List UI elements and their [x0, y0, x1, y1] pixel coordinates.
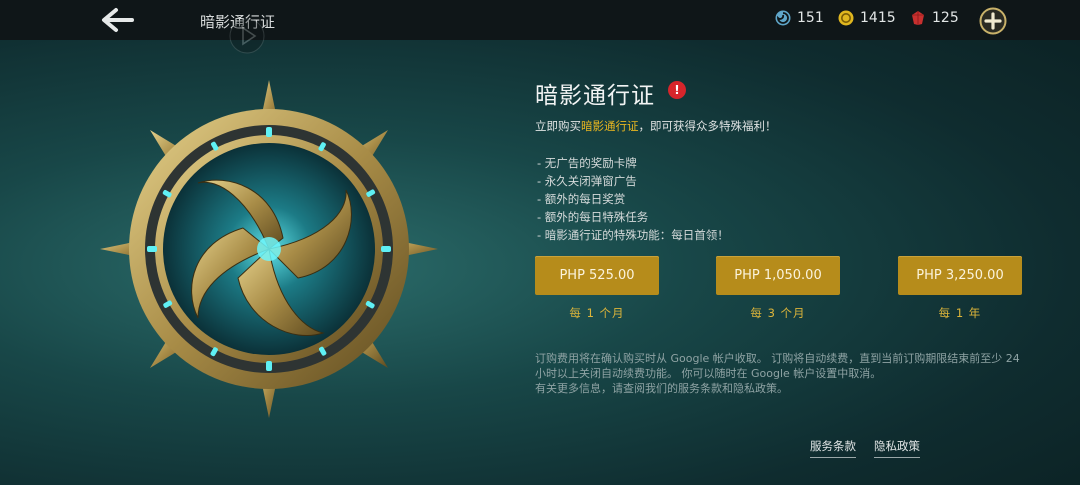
red-gem-icon: [912, 11, 924, 25]
play-overlay-icon: [229, 18, 265, 54]
plan-quarterly: PHP 1,050.00 每 3 个月: [716, 256, 840, 321]
benefit-item: - 永久关闭弹窗广告: [537, 174, 637, 188]
pass-title: 暗影通行证: [535, 83, 655, 109]
currency-blue: 151: [775, 10, 824, 26]
buy-3-month-button[interactable]: PHP 1,050.00: [716, 256, 840, 295]
currency-blue-value: 151: [797, 10, 824, 26]
terms-of-service-link[interactable]: 服务条款: [810, 438, 856, 458]
intro-highlight: 暗影通行证: [581, 119, 639, 133]
currency-gem: 125: [910, 10, 959, 26]
intro-suffix: ，即可获得众多特殊福利！: [638, 119, 777, 133]
shadow-pass-emblem: [100, 80, 438, 418]
plan-monthly: PHP 525.00 每 1 个月: [535, 256, 659, 321]
currency-gold: 1415: [838, 10, 896, 26]
privacy-policy-link[interactable]: 隐私政策: [874, 438, 920, 458]
benefit-item: - 暗影通行证的特殊功能：每日首领！: [537, 228, 729, 242]
add-currency-icon[interactable]: [979, 7, 1007, 35]
intro-prefix: 立即购买: [535, 119, 581, 133]
benefit-item: - 无广告的奖励卡牌: [537, 156, 637, 170]
currency-gold-value: 1415: [860, 10, 896, 26]
buy-1-year-button[interactable]: PHP 3,250.00: [898, 256, 1022, 295]
disclaimer-line: 有关更多信息，请查阅我们的服务条款和隐私政策。: [535, 382, 788, 395]
plan-yearly: PHP 3,250.00 每 1 年: [898, 256, 1022, 321]
plan-period-label: 每 3 个月: [750, 306, 806, 320]
disclaimer-line: 订购费用将在确认购买时从 Google 帐户收取。 订购将自动续费，直到当前订购…: [535, 352, 1020, 365]
back-arrow-icon[interactable]: [98, 4, 138, 36]
plan-period-label: 每 1 年: [938, 306, 982, 320]
disclaimer-line: 小时以上关闭自动续费功能。 你可以随时在 Google 帐户设置中取消。: [535, 367, 882, 380]
plan-period-label: 每 1 个月: [569, 306, 625, 320]
benefit-item: - 额外的每日奖赏: [537, 192, 626, 206]
currency-gem-value: 125: [932, 10, 959, 26]
blue-swirl-currency-icon: [775, 10, 791, 26]
benefit-item: - 额外的每日特殊任务: [537, 210, 649, 224]
subscription-disclaimer: 订购费用将在确认购买时从 Google 帐户收取。 订购将自动续费，直到当前订购…: [535, 351, 1035, 396]
alert-icon[interactable]: !: [668, 81, 686, 99]
gold-coin-icon: [838, 10, 854, 26]
buy-1-month-button[interactable]: PHP 525.00: [535, 256, 659, 295]
top-bar: 暗影通行证 151 1415 125: [0, 0, 1080, 40]
pass-intro: 立即购买暗影通行证，即可获得众多特殊福利！: [535, 118, 777, 134]
benefits-list: - 无广告的奖励卡牌 - 永久关闭弹窗广告 - 额外的每日奖赏 - 额外的每日特…: [537, 154, 729, 244]
